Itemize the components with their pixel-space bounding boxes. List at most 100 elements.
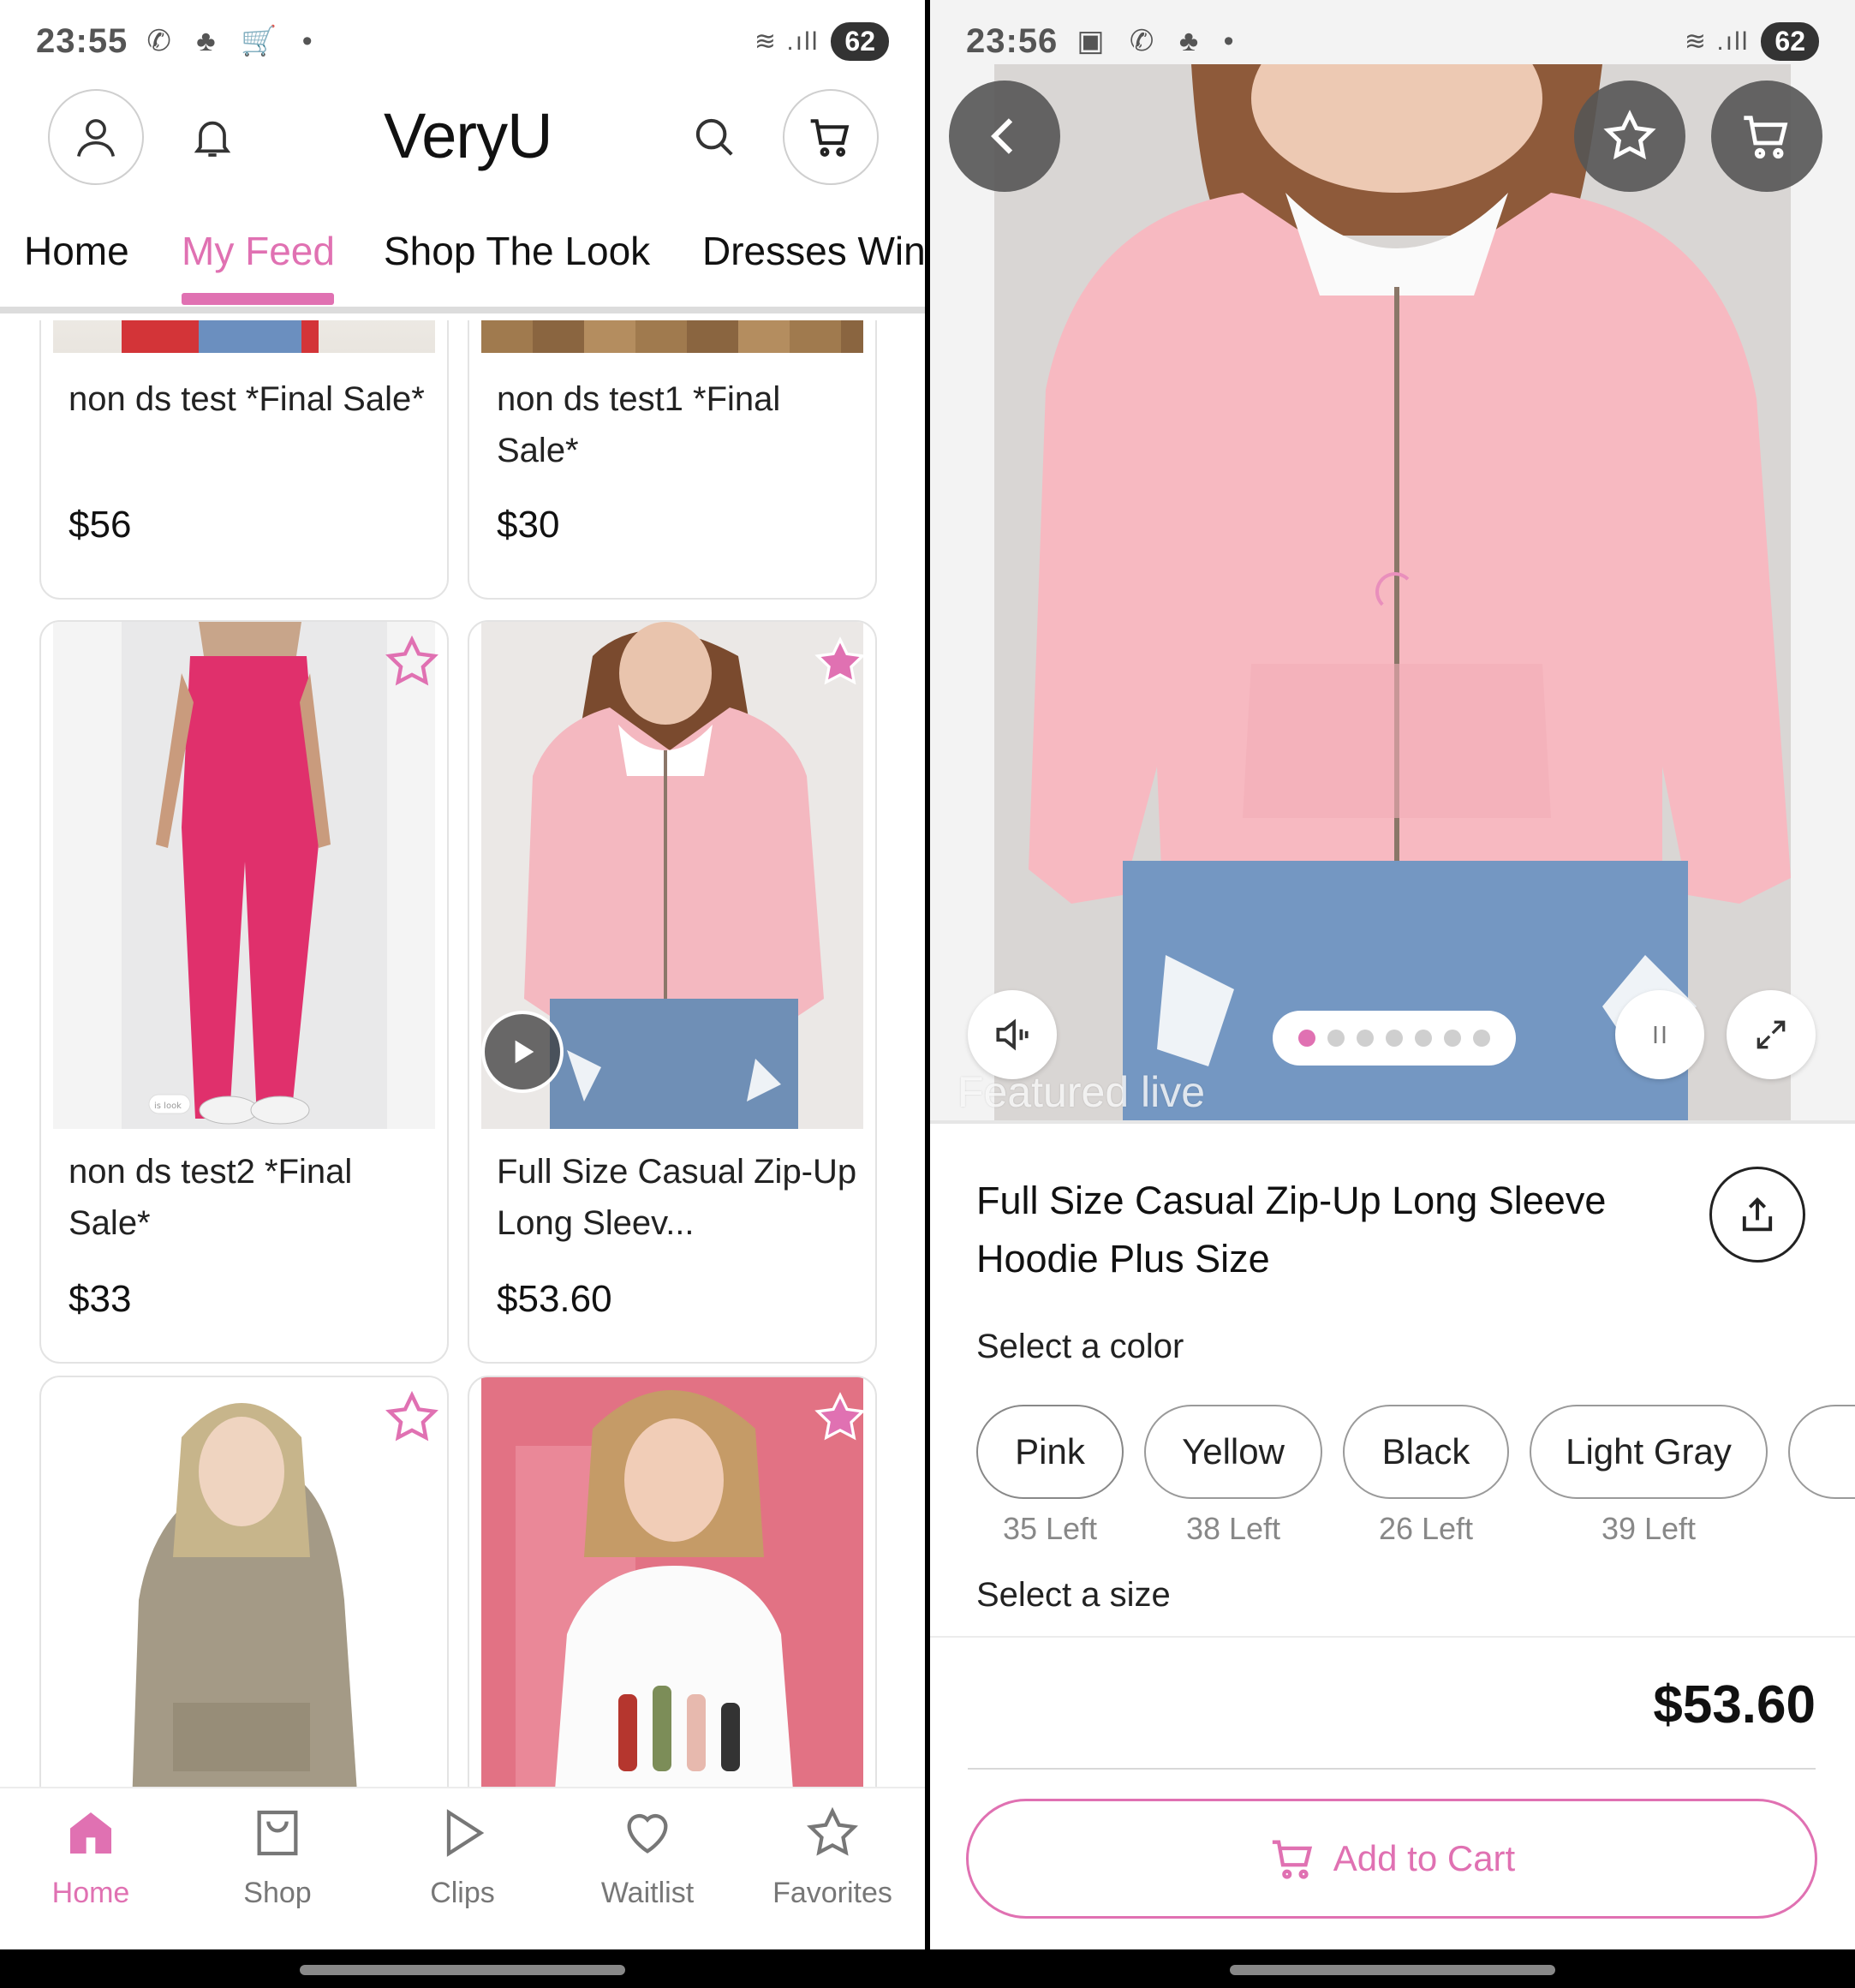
active-tab-indicator bbox=[182, 293, 334, 305]
product-card[interactable]: non ds test *Final Sale* $56 bbox=[39, 320, 449, 600]
signal-icon: ≋ .ıll bbox=[1684, 27, 1750, 56]
product-card[interactable] bbox=[39, 1376, 449, 1787]
notifications-button[interactable] bbox=[178, 103, 247, 171]
stock-left-yellow: 38 Left bbox=[1185, 1511, 1281, 1546]
nav-favorites[interactable]: Favorites bbox=[755, 1806, 910, 1910]
cart-icon bbox=[1744, 116, 1788, 159]
product-price: $53.60 bbox=[497, 1278, 612, 1320]
carousel-dot[interactable] bbox=[1386, 1030, 1403, 1047]
pause-button[interactable] bbox=[1615, 990, 1704, 1079]
product-price: $33 bbox=[69, 1278, 132, 1320]
product-image: is look bbox=[53, 622, 435, 1129]
product-name: Full Size Casual Zip-Up Long Sleev... bbox=[497, 1153, 857, 1242]
nav-shop-label: Shop bbox=[243, 1877, 312, 1909]
add-to-cart-button[interactable]: Add to Cart bbox=[966, 1799, 1817, 1919]
color-option-more[interactable] bbox=[1788, 1405, 1855, 1499]
product-image bbox=[481, 320, 863, 353]
image-caption: is look bbox=[154, 1101, 182, 1111]
nav-clips[interactable]: Clips bbox=[385, 1806, 540, 1910]
battery-indicator: 62 bbox=[1761, 21, 1819, 61]
featured-live-label: Featured live bbox=[957, 1068, 1206, 1116]
signal-icon: ≋ .ıll bbox=[754, 27, 820, 56]
divider bbox=[930, 1120, 1855, 1124]
star-icon bbox=[807, 1806, 858, 1856]
divider bbox=[968, 1768, 1816, 1770]
home-gesture-pill[interactable] bbox=[300, 1965, 625, 1975]
color-option-yellow[interactable]: Yellow bbox=[1144, 1405, 1322, 1499]
favorite-star-icon[interactable] bbox=[812, 1389, 868, 1446]
share-button[interactable] bbox=[1709, 1167, 1805, 1263]
nav-waitlist[interactable]: Waitlist bbox=[570, 1806, 725, 1910]
add-to-cart-label: Add to Cart bbox=[1333, 1838, 1516, 1878]
carousel-dot[interactable] bbox=[1415, 1030, 1432, 1047]
product-card[interactable]: is look non ds test2 *Final Sale* $33 bbox=[39, 620, 449, 1364]
divider bbox=[930, 1636, 1855, 1638]
system-nav-bar bbox=[930, 1949, 1855, 1988]
carousel-dot[interactable] bbox=[1298, 1030, 1315, 1047]
category-tabs: Home My Feed Shop The Look Dresses Win bbox=[0, 197, 925, 313]
speaker-icon bbox=[996, 1018, 1029, 1051]
system-nav-bar bbox=[0, 1949, 925, 1988]
favorite-star-icon[interactable] bbox=[384, 634, 440, 690]
nav-favorites-label: Favorites bbox=[772, 1877, 892, 1909]
product-name: non ds test1 *Final Sale* bbox=[497, 380, 781, 469]
product-card[interactable]: non ds test1 *Final Sale* $30 bbox=[468, 320, 877, 600]
carousel-dot[interactable] bbox=[1357, 1030, 1374, 1047]
product-feed[interactable]: non ds test *Final Sale* $56 non ds test… bbox=[0, 320, 925, 1787]
loading-spinner-icon bbox=[1375, 572, 1415, 612]
fullscreen-button[interactable] bbox=[1727, 990, 1816, 1079]
carousel-dot[interactable] bbox=[1473, 1030, 1490, 1047]
back-button[interactable] bbox=[949, 81, 1060, 192]
cart-icon bbox=[810, 119, 850, 157]
nav-waitlist-label: Waitlist bbox=[600, 1877, 695, 1909]
mute-button[interactable] bbox=[968, 990, 1057, 1079]
play-video-button[interactable] bbox=[481, 1011, 564, 1093]
search-button[interactable] bbox=[680, 103, 749, 171]
nav-home[interactable]: Home bbox=[14, 1806, 168, 1910]
carousel-dot[interactable] bbox=[1444, 1030, 1461, 1047]
heart-icon bbox=[627, 1813, 668, 1854]
battery-indicator: 62 bbox=[831, 21, 889, 61]
nav-home-label: Home bbox=[51, 1877, 130, 1909]
nav-clips-label: Clips bbox=[430, 1877, 495, 1909]
carousel-dot[interactable] bbox=[1327, 1030, 1345, 1047]
tab-home[interactable]: Home bbox=[24, 228, 129, 274]
favorite-button[interactable] bbox=[1574, 81, 1685, 192]
tab-shop-the-look[interactable]: Shop The Look bbox=[384, 228, 650, 274]
carousel-indicator[interactable] bbox=[1273, 1011, 1516, 1066]
tab-my-feed[interactable]: My Feed bbox=[182, 228, 335, 274]
expand-icon bbox=[1757, 1020, 1786, 1049]
home-gesture-pill[interactable] bbox=[1230, 1965, 1555, 1975]
play-icon bbox=[446, 1809, 485, 1857]
product-card[interactable]: Full Size Casual Zip-Up Long Sleev... $5… bbox=[468, 620, 877, 1364]
color-option-pink[interactable]: Pink bbox=[976, 1405, 1124, 1499]
favorite-star-icon[interactable] bbox=[384, 1389, 440, 1446]
nav-shop[interactable]: Shop bbox=[200, 1806, 355, 1910]
stock-left-light-gray: 39 Left bbox=[1601, 1511, 1697, 1546]
cart-button[interactable] bbox=[783, 89, 879, 185]
user-icon bbox=[76, 119, 116, 157]
select-size-label: Select a size bbox=[976, 1576, 1171, 1614]
product-image bbox=[481, 1377, 863, 1787]
color-option-light-gray[interactable]: Light Gray bbox=[1530, 1405, 1768, 1499]
star-icon bbox=[1603, 110, 1656, 160]
chevron-left-icon bbox=[991, 118, 1013, 154]
color-option-black[interactable]: Black bbox=[1343, 1405, 1509, 1499]
stock-left-black: 26 Left bbox=[1378, 1511, 1474, 1546]
cart-button[interactable] bbox=[1711, 81, 1822, 192]
status-bar: 23:55 ✆ ♣ 🛒 • ≋ .ıll 62 bbox=[0, 0, 925, 82]
product-name: non ds test *Final Sale* bbox=[69, 380, 425, 418]
profile-button[interactable] bbox=[48, 89, 144, 185]
favorite-star-icon[interactable] bbox=[812, 634, 868, 690]
shopping-bag-icon bbox=[257, 1810, 298, 1856]
tab-dresses[interactable]: Dresses Win bbox=[702, 228, 925, 274]
product-price: $53.60 bbox=[1653, 1675, 1816, 1734]
product-price: $56 bbox=[69, 504, 132, 546]
product-price: $30 bbox=[497, 504, 560, 546]
product-card[interactable] bbox=[468, 1376, 877, 1787]
product-media[interactable]: Featured live bbox=[930, 0, 1855, 1120]
status-time: 23:55 bbox=[36, 21, 128, 60]
select-color-label: Select a color bbox=[976, 1328, 1184, 1365]
notification-icons: ✆ ♣ 🛒 • bbox=[146, 25, 321, 57]
product-title: Full Size Casual Zip-Up Long Sleeve Hood… bbox=[976, 1179, 1607, 1281]
